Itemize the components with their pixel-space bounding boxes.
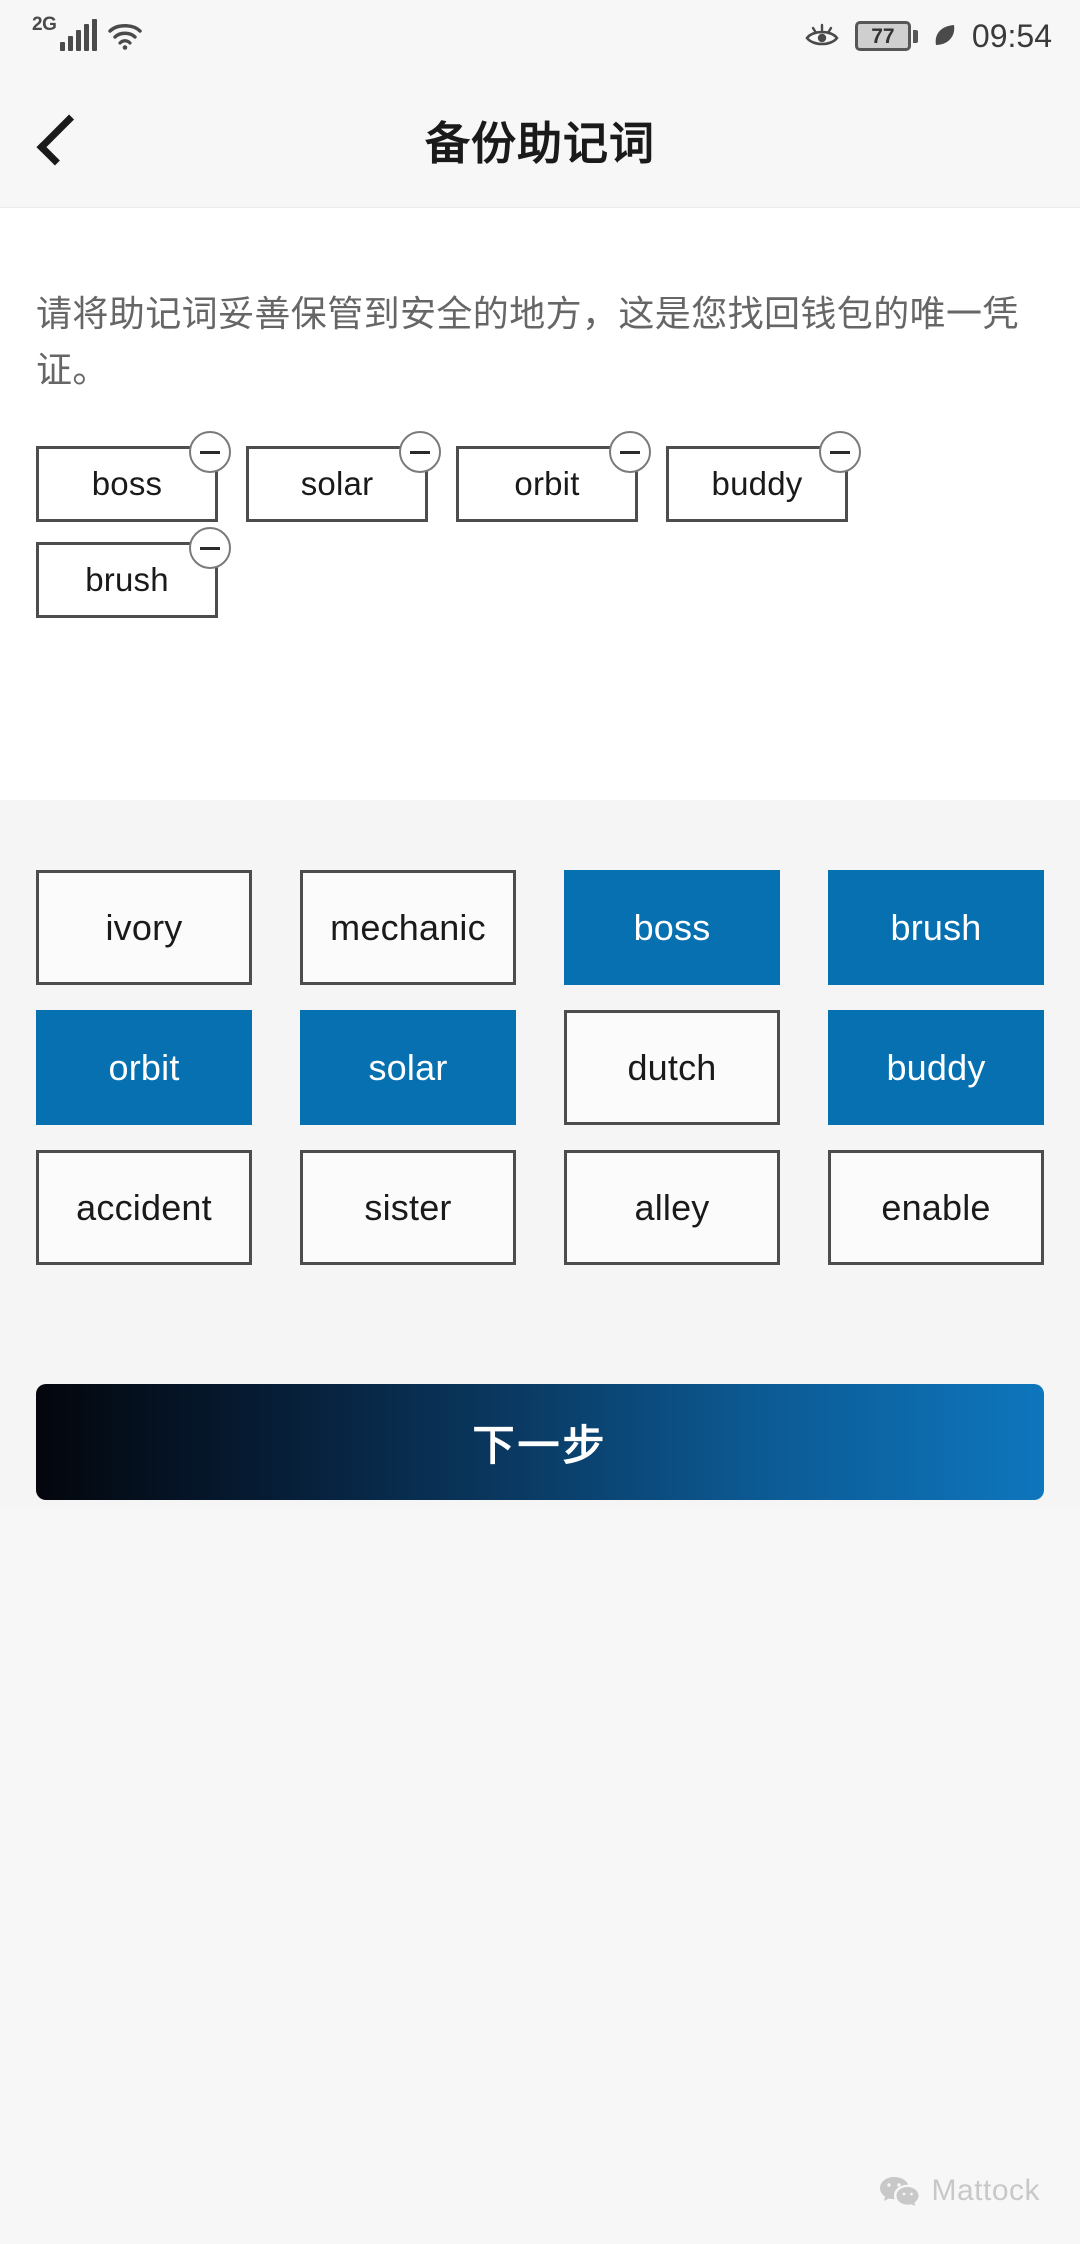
network-type-label: 2G — [32, 14, 57, 35]
selected-chip-label: brush — [85, 561, 169, 598]
selected-chip[interactable]: buddy — [666, 431, 861, 522]
selected-chip-label: boss — [91, 465, 163, 502]
word-bank-item[interactable]: buddy — [828, 1010, 1044, 1125]
word-bank-item[interactable]: orbit — [36, 1010, 252, 1125]
page-title: 备份助记词 — [424, 118, 655, 169]
signal-bars-icon — [60, 19, 98, 51]
selected-words-container: boss solar orbit buddy brush — [36, 431, 1046, 618]
word-bank-item[interactable]: solar — [300, 1010, 516, 1125]
minus-circle-icon[interactable] — [609, 431, 651, 473]
instruction-text: 请将助记词妥善保管到安全的地方，这是您找回钱包的唯一凭证。 — [36, 293, 1019, 390]
word-bank-item[interactable]: accident — [36, 1150, 252, 1265]
minus-circle-icon[interactable] — [399, 431, 441, 473]
word-bank-item[interactable]: boss — [564, 870, 780, 985]
word-bank-item[interactable]: sister — [300, 1150, 516, 1265]
minus-circle-icon[interactable] — [189, 527, 231, 569]
next-step-button[interactable]: 下一步 — [36, 1384, 1044, 1500]
phone-screen: 2G 77 09:54 备份助记词 请将助记词妥善保管到安全的地方，这是您找回钱… — [0, 0, 1080, 2244]
wechat-icon — [879, 2174, 919, 2208]
word-bank-item[interactable]: brush — [828, 870, 1044, 985]
selected-chip[interactable]: solar — [246, 431, 441, 522]
mnemonic-panel: 请将助记词妥善保管到安全的地方，这是您找回钱包的唯一凭证。 boss solar… — [0, 208, 1080, 800]
eye-icon — [803, 21, 841, 51]
status-bar-left: 2G — [30, 14, 143, 51]
word-bank-item[interactable]: ivory — [36, 870, 252, 985]
selected-chip-label: solar — [300, 465, 374, 502]
minus-circle-icon[interactable] — [819, 431, 861, 473]
selected-chip-label: buddy — [711, 465, 803, 502]
leaf-power-saving-icon — [932, 21, 958, 51]
minus-circle-icon[interactable] — [189, 431, 231, 473]
selected-chip[interactable]: boss — [36, 431, 231, 522]
selected-chip-label: orbit — [514, 465, 580, 502]
status-bar: 2G 77 09:54 — [0, 0, 1080, 72]
watermark-label: Mattock — [931, 2174, 1040, 2207]
wifi-icon — [107, 21, 143, 51]
watermark: Mattock — [879, 2174, 1040, 2208]
selected-chip[interactable]: brush — [36, 527, 231, 618]
chevron-left-icon — [36, 114, 88, 165]
word-bank-item[interactable]: dutch — [564, 1010, 780, 1125]
word-bank-grid: ivory mechanic boss brush orbit solar du… — [36, 870, 1044, 1265]
next-step-button-label: 下一步 — [472, 1421, 608, 1469]
back-button[interactable] — [14, 97, 100, 183]
status-bar-clock: 09:54 — [971, 17, 1052, 54]
battery-icon: 77 — [854, 21, 918, 51]
word-bank-item[interactable]: enable — [828, 1150, 1044, 1265]
nav-bar: 备份助记词 — [0, 72, 1080, 208]
battery-level-label: 77 — [871, 24, 895, 48]
status-bar-right: 77 09:54 — [803, 18, 1052, 55]
word-bank-item[interactable]: mechanic — [300, 870, 516, 985]
word-bank-item[interactable]: alley — [564, 1150, 780, 1265]
selected-chip[interactable]: orbit — [456, 431, 651, 522]
